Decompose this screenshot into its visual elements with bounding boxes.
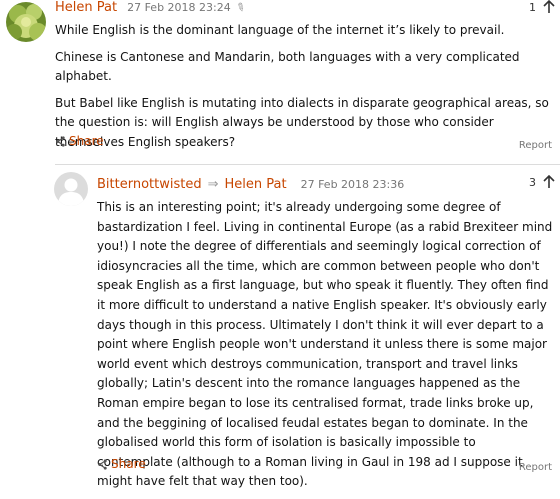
vote-count: 1 [529, 0, 536, 14]
timestamp[interactable]: 27 Feb 2018 23:36 [301, 178, 405, 191]
avatar-helen-pat[interactable] [6, 2, 46, 42]
comment-paragraph: While English is the dominant language o… [55, 23, 505, 37]
reply-arrow-icon: ⇒ [207, 176, 219, 192]
share-button[interactable]: Share [97, 457, 146, 471]
comment-paragraph: But Babel like English is mutating into … [55, 95, 549, 149]
comment-body: While English is the dominant language o… [55, 21, 555, 159]
report-link[interactable]: Report [519, 462, 552, 473]
share-label: Share [111, 457, 146, 471]
vote-counter: 3 [529, 172, 556, 192]
share-button[interactable]: Share [55, 134, 104, 148]
share-icon [56, 135, 65, 147]
reply-to-author[interactable]: Helen Pat [225, 177, 287, 192]
comment-divider [55, 164, 560, 165]
timestamp[interactable]: 27 Feb 2018 23:24 [127, 1, 231, 14]
comment-paragraph: This is an interesting point; it's alrea… [97, 200, 553, 489]
comment-body: This is an interesting point; it's alrea… [97, 198, 555, 499]
vote-count: 3 [529, 175, 536, 189]
report-link[interactable]: Report [519, 140, 552, 151]
author-name[interactable]: Bitternottwisted [97, 177, 202, 192]
pencil-icon: ✎ [233, 0, 248, 15]
upvote-arrow-icon[interactable] [542, 175, 556, 189]
share-label: Share [69, 134, 104, 148]
comment-paragraph: Chinese is Cantonese and Mandarin, both … [55, 49, 520, 84]
avatar-bitternottwisted[interactable] [54, 172, 88, 206]
author-name[interactable]: Helen Pat [55, 0, 117, 15]
share-icon [98, 458, 107, 470]
vote-counter: 1 [529, 0, 556, 17]
upvote-arrow-icon[interactable] [542, 0, 556, 14]
comment-meta: Bitternottwisted ⇒ Helen Pat 27 Feb 2018… [97, 174, 404, 194]
comment-meta: Helen Pat 27 Feb 2018 23:24 ✎ [55, 0, 248, 17]
